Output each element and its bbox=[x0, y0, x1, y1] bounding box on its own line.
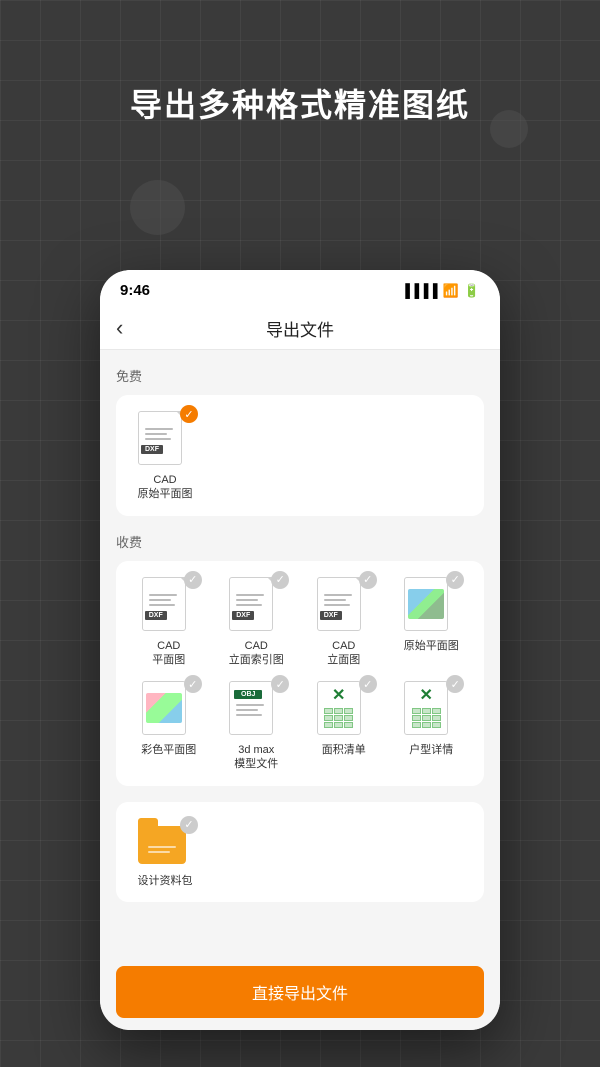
check-badge-cad-original: ✓ bbox=[180, 405, 198, 423]
design-pack-section-card: ✓ 设计资料包 bbox=[116, 802, 484, 902]
room-detail-icon-wrap: ✕ ✓ bbox=[402, 679, 460, 737]
file-item-design-pack[interactable]: ✓ 设计资料包 bbox=[130, 816, 200, 888]
area-list-icon-wrap: ✕ ✓ bbox=[315, 679, 373, 737]
color-floor-label: 彩色平面图 bbox=[141, 743, 196, 757]
hero-section: 导出多种格式精准图纸 bbox=[0, 80, 600, 126]
check-badge-cad-floor: ✓ bbox=[184, 571, 202, 589]
status-time: 9:46 bbox=[120, 282, 150, 299]
file-item-cad-elevation[interactable]: DXF ✓ CAD立面图 bbox=[305, 575, 383, 668]
paid-section-card: DXF ✓ CAD平面图 bbox=[116, 561, 484, 786]
cad-elev-idx-label: CAD立面索引图 bbox=[229, 639, 284, 668]
check-badge-3dmax: ✓ bbox=[271, 675, 289, 693]
nav-bar: ‹ 导出文件 bbox=[100, 307, 500, 350]
hero-title: 导出多种格式精准图纸 bbox=[0, 80, 600, 126]
content-area: 免费 DXF bbox=[100, 350, 500, 1000]
signal-icon: ▐▐▐▐ bbox=[401, 283, 438, 298]
bottom-bar: 直接导出文件 bbox=[100, 954, 500, 1030]
3dmax-label: 3d max模型文件 bbox=[234, 743, 278, 772]
export-button[interactable]: 直接导出文件 bbox=[116, 966, 484, 1018]
paid-row-1: DXF ✓ CAD平面图 bbox=[130, 575, 470, 668]
paid-section-label: 收费 bbox=[116, 532, 484, 551]
file-item-room-detail[interactable]: ✕ ✓ 户型详情 bbox=[393, 679, 471, 772]
check-badge-room-detail: ✓ bbox=[446, 675, 464, 693]
3dmax-icon-wrap: OBJ ✓ bbox=[227, 679, 285, 737]
file-item-original-floor[interactable]: ✓ 原始平面图 bbox=[393, 575, 471, 668]
original-floor-icon-wrap: ✓ bbox=[402, 575, 460, 633]
file-item-cad-elevation-index[interactable]: DXF ✓ CAD立面索引图 bbox=[218, 575, 296, 668]
file-item-cad-floor[interactable]: DXF ✓ CAD平面图 bbox=[130, 575, 208, 668]
paid-row-2: ✓ 彩色平面图 OBJ bbox=[130, 679, 470, 772]
status-icons: ▐▐▐▐ 📶 🔋 bbox=[401, 283, 480, 299]
check-badge-color-floor: ✓ bbox=[184, 675, 202, 693]
room-detail-label: 户型详情 bbox=[409, 743, 453, 757]
area-list-label: 面积清单 bbox=[322, 743, 366, 757]
cad-original-label: CAD原始平面图 bbox=[138, 473, 193, 502]
original-floor-label: 原始平面图 bbox=[404, 639, 459, 653]
phone-mockup: 9:46 ▐▐▐▐ 📶 🔋 ‹ 导出文件 免费 bbox=[100, 270, 500, 1030]
decor-circle-1 bbox=[130, 180, 185, 235]
cad-floor-label: CAD平面图 bbox=[152, 639, 185, 668]
cad-elev-label: CAD立面图 bbox=[327, 639, 360, 668]
design-pack-label: 设计资料包 bbox=[138, 874, 193, 888]
check-badge-original-floor: ✓ bbox=[446, 571, 464, 589]
color-floor-icon-wrap: ✓ bbox=[140, 679, 198, 737]
file-item-color-floor[interactable]: ✓ 彩色平面图 bbox=[130, 679, 208, 772]
cad-floor-icon-wrap: DXF ✓ bbox=[140, 575, 198, 633]
check-badge-cad-elev-idx: ✓ bbox=[271, 571, 289, 589]
cad-elev-idx-icon-wrap: DXF ✓ bbox=[227, 575, 285, 633]
back-button[interactable]: ‹ bbox=[116, 317, 123, 339]
file-item-area-list[interactable]: ✕ ✓ 面积清单 bbox=[305, 679, 383, 772]
nav-title: 导出文件 bbox=[266, 316, 334, 341]
free-section-label: 免费 bbox=[116, 366, 484, 385]
design-pack-icon-wrap: ✓ bbox=[136, 816, 194, 868]
wifi-icon: 📶 bbox=[443, 283, 459, 299]
battery-icon: 🔋 bbox=[464, 283, 480, 299]
file-item-3dmax[interactable]: OBJ ✓ 3d max模型文件 bbox=[218, 679, 296, 772]
file-item-cad-original[interactable]: DXF ✓ CAD原始平面图 bbox=[130, 409, 200, 502]
check-badge-design-pack: ✓ bbox=[180, 816, 198, 834]
cad-original-icon-wrap: DXF ✓ bbox=[136, 409, 194, 467]
check-badge-cad-elev: ✓ bbox=[359, 571, 377, 589]
free-section-card: DXF ✓ CAD原始平面图 bbox=[116, 395, 484, 516]
status-bar: 9:46 ▐▐▐▐ 📶 🔋 bbox=[100, 270, 500, 307]
cad-elev-icon-wrap: DXF ✓ bbox=[315, 575, 373, 633]
check-badge-area-list: ✓ bbox=[359, 675, 377, 693]
